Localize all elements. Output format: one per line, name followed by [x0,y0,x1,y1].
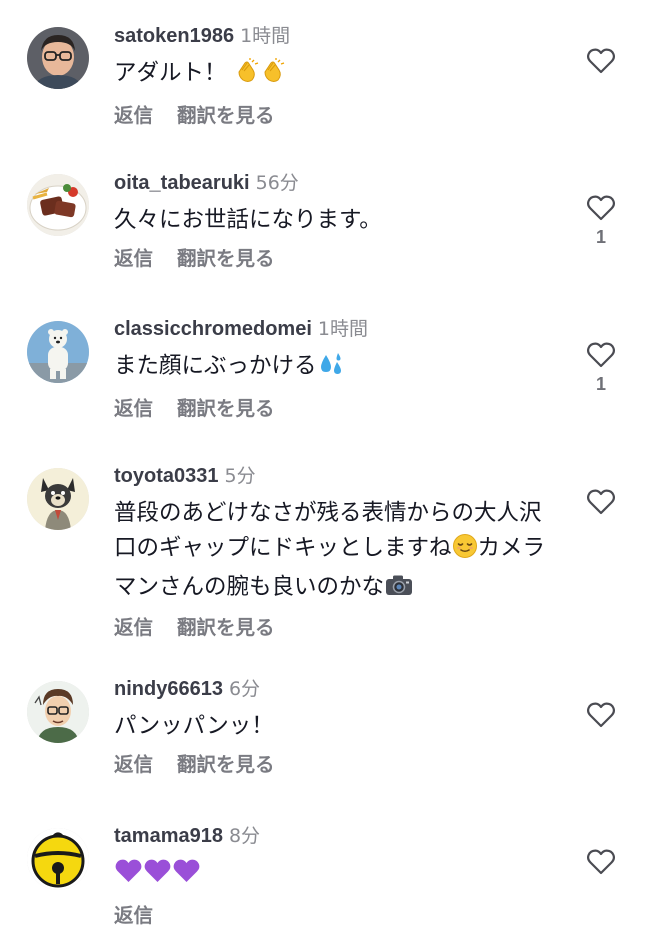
sweat-droplets-icon [317,351,345,388]
like-button[interactable] [584,702,618,728]
like-button[interactable]: 1 [584,342,618,394]
yellow-bell-avatar-icon [27,828,89,890]
heart-icon [587,702,615,728]
comment-time: 56分 [255,172,299,194]
avatar[interactable] [27,468,89,530]
comment-text: パンッパンッ！ [114,713,274,739]
polar-bear-avatar-icon [27,321,89,383]
comment-username[interactable]: oita_tabearuki [114,172,250,194]
comment-text: 普段のあどけなさが残る表情からの大人沢口のギャップにドキッとしますね カメラマン… [114,496,559,609]
heart-icon [587,342,615,368]
comment-username[interactable]: satoken1986 [114,25,234,47]
purple-heart-icon [143,858,172,895]
avatar[interactable] [27,27,89,89]
see-translation-button[interactable]: 翻訳を見る [177,397,275,420]
heart-icon [587,849,615,875]
camera-icon [384,572,414,609]
comment-time: 6分 [228,678,261,700]
comment-username[interactable]: tamama918 [114,825,223,847]
heart-icon [587,195,615,221]
avatar[interactable] [27,828,89,890]
heart-icon [587,489,615,515]
comment-list: satoken1986 1時間 アダルト！ 返信 翻訳を見る oita_tabe… [0,0,650,949]
comment-text: また顔にぶっかける [114,349,574,388]
like-button[interactable] [584,849,618,875]
relieved-face-icon [452,533,478,570]
comment-username[interactable]: toyota0331 [114,465,219,487]
dog-illustration-avatar-icon [27,468,89,530]
like-count: 1 [595,227,606,247]
comment-time: 1時間 [317,318,368,340]
see-translation-button[interactable]: 翻訳を見る [177,616,275,639]
comment-username[interactable]: nindy66613 [114,678,223,700]
reply-button[interactable]: 返信 [114,247,153,270]
reply-button[interactable]: 返信 [114,904,153,927]
reply-button[interactable]: 返信 [114,753,153,776]
reply-button[interactable]: 返信 [114,616,153,639]
heart-icon [587,48,615,74]
avatar[interactable] [27,174,89,236]
comment-text: 久々にお世話になります。 [114,207,382,233]
like-button[interactable]: 1 [584,195,618,247]
avatar[interactable] [27,681,89,743]
see-translation-button[interactable]: 翻訳を見る [177,104,275,127]
comment-username[interactable]: classicchromedomei [114,318,312,340]
see-translation-button[interactable]: 翻訳を見る [177,753,275,776]
clapping-hands-icon [260,58,286,95]
person-avatar-icon [27,27,89,89]
see-translation-button[interactable]: 翻訳を見る [177,247,275,270]
like-button[interactable] [584,489,618,515]
like-count: 1 [595,374,606,394]
comment-time: 1時間 [240,25,291,47]
steak-plate-avatar-icon [27,174,89,236]
purple-heart-icon [172,858,201,895]
comment-time: 8分 [228,825,261,847]
reply-button[interactable]: 返信 [114,104,153,127]
comment-text: アダルト！ [114,56,574,95]
comment-time: 5分 [224,465,256,487]
avatar[interactable] [27,321,89,383]
reply-button[interactable]: 返信 [114,397,153,420]
clapping-hands-icon [234,58,260,95]
like-button[interactable] [584,48,618,74]
comment-text [114,856,574,895]
purple-heart-icon [114,858,143,895]
cartoon-man-avatar-icon [27,681,89,743]
